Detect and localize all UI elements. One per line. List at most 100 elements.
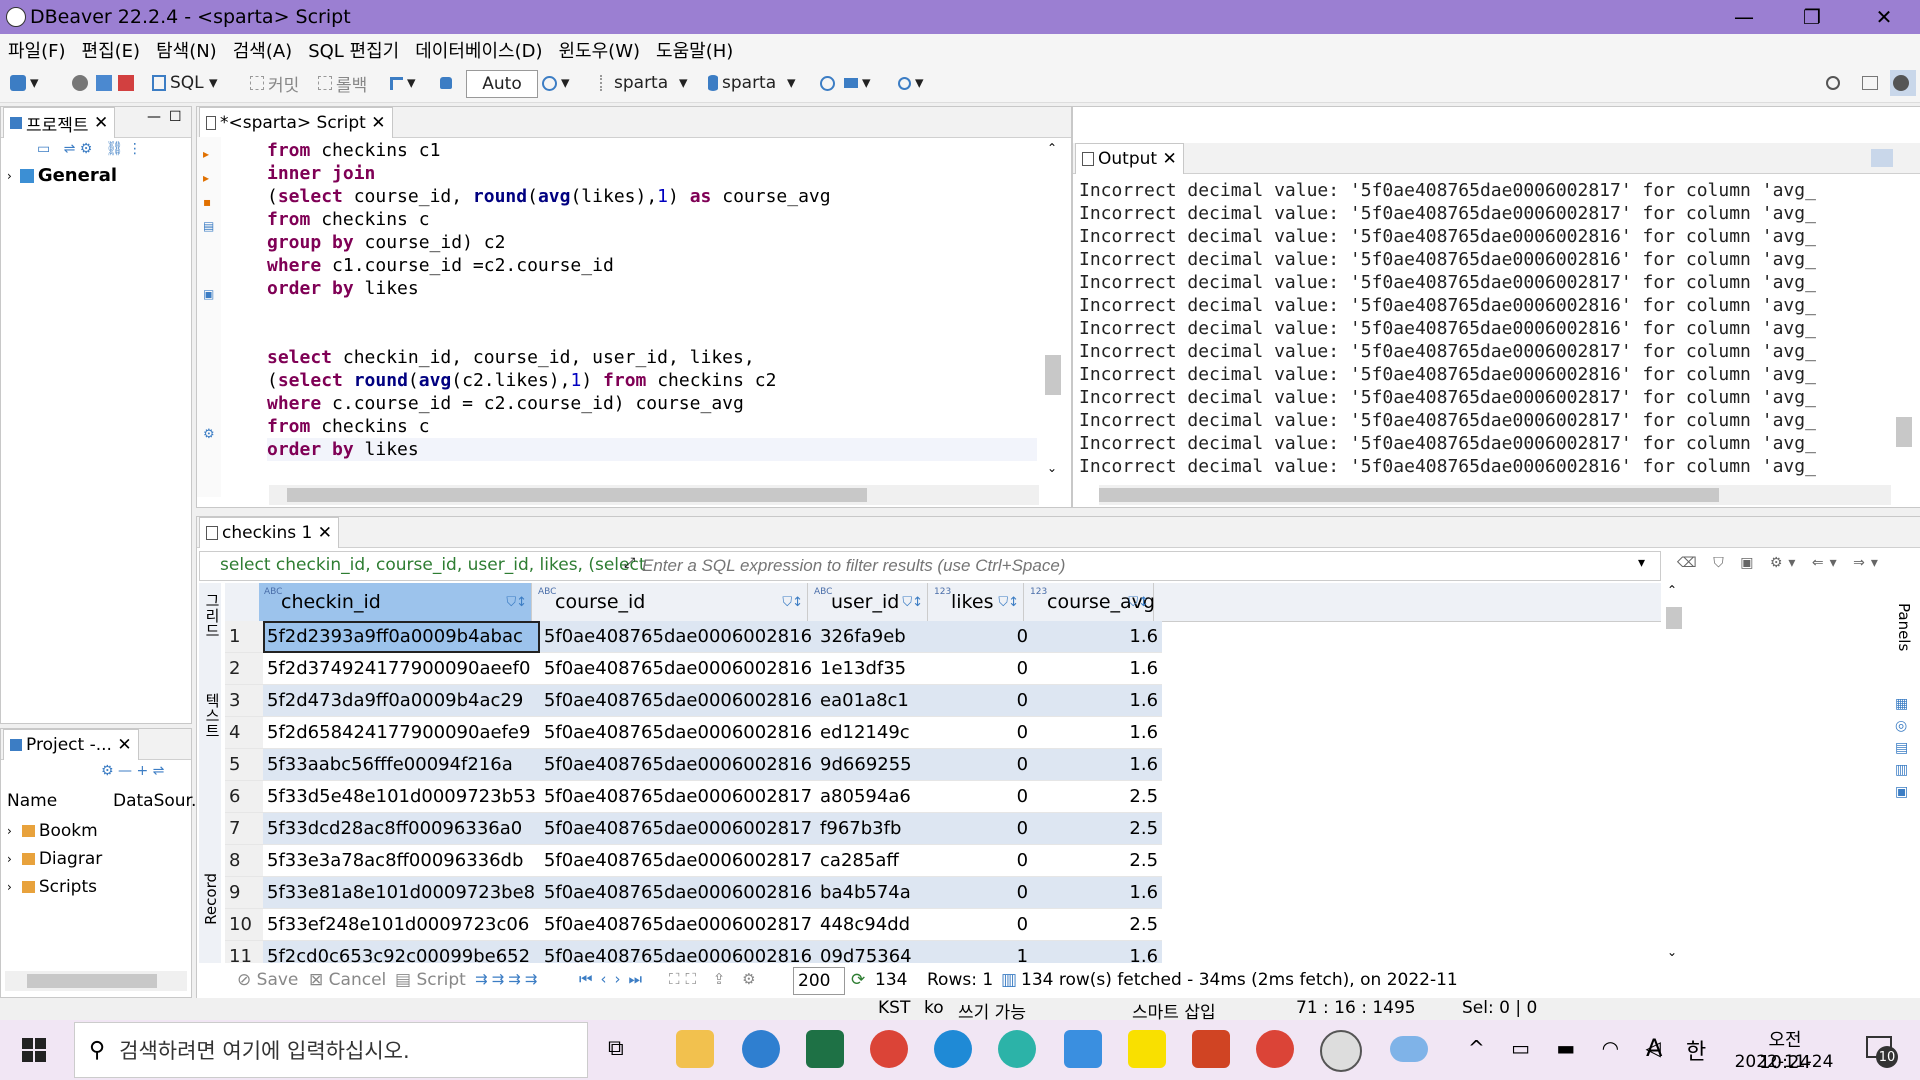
expand-arrow-icon[interactable]: › — [7, 824, 12, 838]
table-cell[interactable]: 9d669255 — [816, 748, 937, 781]
table-cell[interactable]: 09d75364 — [816, 940, 937, 963]
table-cell[interactable]: 448c94dd — [816, 908, 937, 941]
explain-plan-icon[interactable]: ▪ — [203, 195, 211, 209]
table-cell[interactable]: 5f2cd0c653c92c00099be652 — [263, 940, 540, 963]
internet-explorer-icon[interactable] — [742, 1030, 780, 1068]
chrome-icon[interactable] — [870, 1030, 908, 1068]
scroll-up-icon[interactable]: ⌃ — [1047, 141, 1057, 155]
scroll-down-icon[interactable]: ⌄ — [1047, 461, 1057, 475]
global-search-button[interactable] — [1826, 70, 1844, 96]
tree-item-bookmarks[interactable]: › Bookm — [7, 821, 98, 841]
table-cell[interactable]: 1.6 — [1032, 940, 1163, 963]
table-cell[interactable]: 0 — [936, 748, 1033, 781]
row-edit-icons[interactable]: ⇉⇉⇉⇉ — [475, 970, 541, 988]
menu-navigate[interactable]: 탐색(N) — [148, 37, 225, 63]
terminal-icon[interactable]: ▣ — [203, 287, 214, 301]
refresh-icon[interactable]: ⟳ — [851, 970, 865, 990]
taskbar-search-box[interactable]: ⚲ 검색하려면 여기에 입력하십시오. — [74, 1022, 588, 1078]
new-connection-button[interactable]: ▾ — [10, 70, 39, 96]
horizontal-scrollbar[interactable] — [5, 971, 187, 991]
output-tab[interactable]: Output ✕ — [1075, 143, 1184, 174]
grid-view-tab[interactable]: 그리드 — [202, 593, 223, 638]
row-number[interactable]: 4 — [225, 716, 263, 749]
column-header-datasource[interactable]: DataSour. — [113, 791, 196, 811]
editor-vertical-scrollbar[interactable]: ⌃ ⌄ — [1043, 141, 1063, 477]
disconnect-button[interactable] — [118, 70, 138, 96]
tree-item-general[interactable]: › General — [7, 165, 117, 186]
col-header-course-avg[interactable]: 123 course_avg ⛉↕ — [1025, 583, 1155, 621]
close-button[interactable]: ✕ — [1856, 0, 1912, 34]
table-cell[interactable]: 0 — [936, 844, 1033, 877]
system-tray-icons[interactable]: ^ ▭ ▬ ◠ ◁ — [1468, 1036, 1671, 1060]
search-db-button[interactable]: ▾ — [898, 70, 924, 96]
scrollbar-thumb[interactable] — [27, 974, 157, 988]
table-cell[interactable]: 5f0ae408765dae0006002817 — [539, 844, 817, 877]
script-button[interactable]: ▤ Script — [395, 970, 466, 990]
table-cell[interactable]: 5f0ae408765dae0006002816 — [539, 876, 817, 909]
ime-hangul[interactable]: 한 — [1686, 1034, 1706, 1066]
table-cell[interactable]: 5f33d5e48e101d0009723b53 — [263, 780, 540, 813]
query-preview[interactable]: select checkin_id, course_id, user_id, l… — [220, 555, 646, 575]
close-icon[interactable]: ✕ — [318, 523, 332, 543]
table-cell[interactable]: 0 — [936, 876, 1033, 909]
expand-filter-icon[interactable]: ⤢ — [624, 555, 635, 571]
output-vertical-scrollbar[interactable] — [1893, 177, 1915, 481]
table-cell[interactable]: 2.5 — [1032, 844, 1163, 877]
excel-icon[interactable] — [806, 1030, 844, 1068]
table-row[interactable]: 2 5f2d374924177900090aeef0 5f0ae408765dae0… — [225, 652, 1163, 685]
table-cell[interactable]: 1.6 — [1032, 876, 1163, 909]
lock-button[interactable] — [440, 70, 456, 96]
table-cell[interactable]: 0 — [936, 780, 1033, 813]
project-explorer-tab[interactable]: Project -... ✕ — [3, 729, 139, 760]
table-cell[interactable]: 5f2d374924177900090aeef0 — [263, 652, 540, 685]
tree-item-scripts[interactable]: › Scripts — [7, 877, 97, 897]
text-view-tab[interactable]: 텍스트 — [202, 693, 223, 738]
col-header-course-id[interactable]: ABC course_id ⛉↕ — [533, 583, 808, 621]
close-icon[interactable]: ✕ — [371, 113, 385, 133]
menu-window[interactable]: 윈도우(W) — [551, 37, 649, 63]
minimize-button[interactable]: — — [1716, 0, 1772, 34]
expand-arrow-icon[interactable]: › — [7, 169, 12, 183]
scrollbar-thumb[interactable] — [1666, 607, 1682, 629]
ime-mode[interactable]: A — [1646, 1034, 1662, 1062]
pycharm-icon[interactable] — [998, 1030, 1036, 1068]
table-cell[interactable]: 5f0ae408765dae0006002817 — [539, 908, 817, 941]
projects-tab[interactable]: 프로젝트 ✕ — [3, 107, 116, 138]
auto-commit-mode[interactable]: Auto — [466, 70, 538, 98]
table-cell[interactable]: 1e13df35 — [816, 652, 937, 685]
export-icon[interactable]: ▤ — [203, 219, 214, 233]
explain-button[interactable] — [820, 70, 839, 96]
table-cell[interactable]: 5f33dcd28ac8ff00096336a0 — [263, 812, 540, 845]
misc-icons[interactable]: ⛶⛶ ⇪ ⚙ — [669, 970, 762, 988]
eye-toggle-icon[interactable] — [1871, 149, 1893, 167]
script-tab[interactable]: *<sparta> Script ✕ — [199, 107, 393, 138]
kakaotalk-icon[interactable] — [1128, 1030, 1166, 1068]
table-cell[interactable]: f967b3fb — [816, 812, 937, 845]
file-explorer-icon[interactable] — [676, 1030, 714, 1068]
dbeaver-taskbar-icon[interactable] — [1320, 1030, 1362, 1072]
col-header-checkin-id[interactable]: ABC checkin_id ⛉↕ — [259, 583, 532, 621]
sort-filter-icon[interactable]: ⛉↕ — [506, 595, 527, 610]
table-cell[interactable]: 1.6 — [1032, 621, 1163, 653]
table-row[interactable]: 8 5f33e3a78ac8ff00096336db 5f0ae408765dae0… — [225, 844, 1163, 877]
menu-database[interactable]: 데이터베이스(D) — [407, 37, 550, 63]
table-cell[interactable]: 0 — [936, 652, 1033, 685]
scroll-down-icon[interactable]: ⌄ — [1667, 945, 1677, 959]
table-cell[interactable]: 2.5 — [1032, 780, 1163, 813]
invalidate-button[interactable] — [96, 70, 116, 96]
scrollbar-thumb[interactable] — [287, 488, 867, 502]
table-cell[interactable]: 0 — [936, 908, 1033, 941]
menu-file[interactable]: 파일(F) — [0, 37, 74, 63]
close-icon[interactable]: ✕ — [117, 735, 131, 755]
table-cell[interactable]: 1.6 — [1032, 716, 1163, 749]
sort-filter-icon[interactable]: ⛉↕ — [1128, 595, 1149, 610]
app-icon[interactable] — [1064, 1030, 1102, 1068]
table-cell[interactable]: 0 — [936, 716, 1033, 749]
sql-editor-button[interactable]: SQL ▾ — [152, 70, 218, 96]
connect-button[interactable] — [72, 70, 92, 96]
table-cell[interactable]: 0 — [936, 812, 1033, 845]
minimize-panel-icon[interactable]: — — [147, 109, 161, 125]
save-button[interactable]: ⊘ Save — [237, 970, 298, 990]
fetch-size-input[interactable]: 200 — [793, 967, 845, 995]
maximize-panel-icon[interactable]: ☐ — [169, 109, 182, 125]
